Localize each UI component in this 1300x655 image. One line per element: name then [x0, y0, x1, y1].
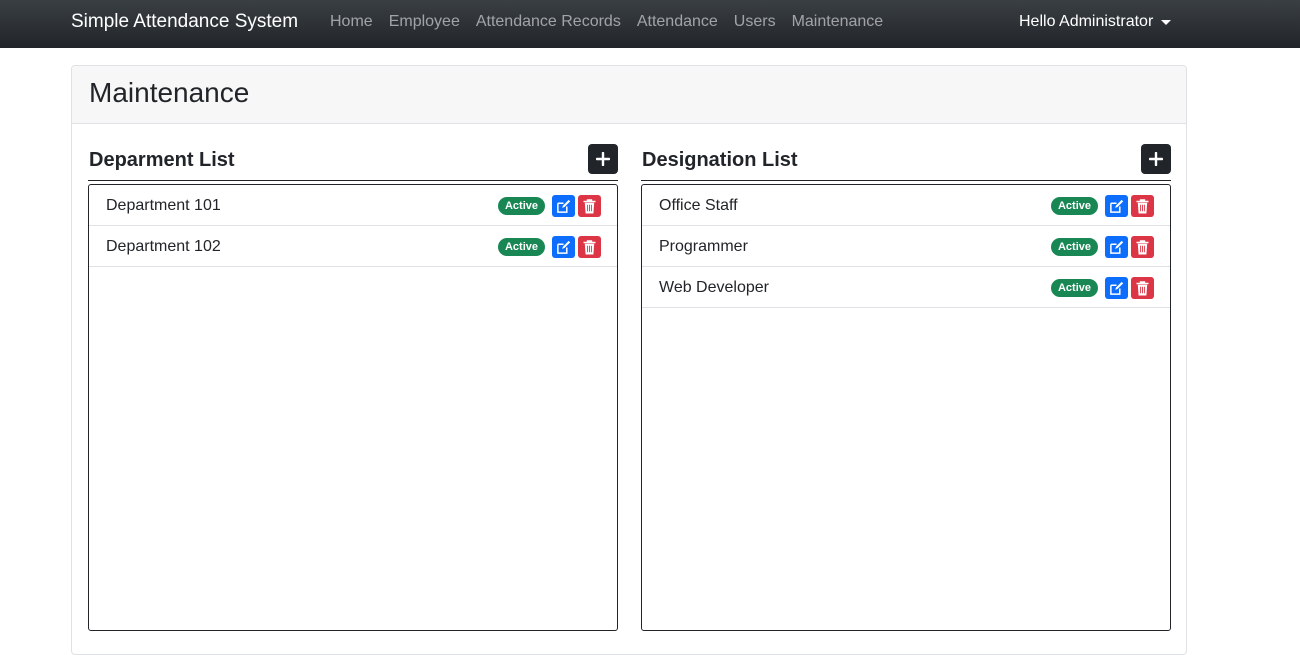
nav-users[interactable]: Users	[726, 13, 784, 31]
designation-name: Programmer	[659, 238, 748, 255]
add-designation-button[interactable]	[1141, 144, 1171, 174]
edit-icon	[557, 199, 571, 213]
designation-list-title: Designation List	[642, 149, 798, 171]
item-actions: Active	[1050, 277, 1154, 299]
status-badge: Active	[497, 238, 545, 256]
department-panel: Deparment List Department 101 Active Dep…	[88, 144, 618, 631]
plus-icon	[1149, 152, 1163, 166]
nav-links: Home Employee Attendance Records Attenda…	[322, 13, 891, 31]
card-header: Maintenance	[72, 66, 1186, 124]
department-panel-header: Deparment List	[88, 144, 618, 181]
maintenance-card: Maintenance Deparment List Department 10…	[71, 65, 1187, 655]
trash-icon	[583, 198, 596, 213]
designation-name: Web Developer	[659, 279, 769, 296]
trash-icon	[1136, 280, 1149, 295]
nav-attendance[interactable]: Attendance	[629, 13, 726, 31]
user-menu-dropdown[interactable]: Hello Administrator	[1019, 13, 1172, 31]
top-navbar: Simple Attendance System Home Employee A…	[0, 0, 1300, 48]
edit-icon	[557, 240, 571, 254]
status-badge: Active	[1050, 279, 1098, 297]
designation-list: Office Staff Active Programmer Active We…	[641, 184, 1171, 631]
status-badge: Active	[1050, 238, 1098, 256]
department-list-title: Deparment List	[89, 149, 235, 171]
edit-button[interactable]	[552, 236, 575, 258]
edit-button[interactable]	[1105, 195, 1128, 217]
edit-icon	[1110, 281, 1124, 295]
add-department-button[interactable]	[588, 144, 618, 174]
list-item: Programmer Active	[642, 226, 1170, 267]
item-actions: Active	[1050, 195, 1154, 217]
trash-icon	[583, 239, 596, 254]
item-actions: Active	[1050, 236, 1154, 258]
nav-home[interactable]: Home	[322, 13, 381, 31]
edit-icon	[1110, 240, 1124, 254]
designation-name: Office Staff	[659, 197, 738, 214]
caret-down-icon	[1161, 19, 1172, 25]
designation-panel-header: Designation List	[641, 144, 1171, 181]
trash-icon	[1136, 239, 1149, 254]
status-badge: Active	[1050, 197, 1098, 215]
trash-icon	[1136, 198, 1149, 213]
edit-button[interactable]	[552, 195, 575, 217]
list-item: Office Staff Active	[642, 185, 1170, 226]
list-item: Department 102 Active	[89, 226, 617, 267]
delete-button[interactable]	[1131, 277, 1154, 299]
nav-attendance-records[interactable]: Attendance Records	[468, 13, 629, 31]
nav-employee[interactable]: Employee	[381, 13, 468, 31]
edit-button[interactable]	[1105, 277, 1128, 299]
list-item: Web Developer Active	[642, 267, 1170, 308]
delete-button[interactable]	[578, 236, 601, 258]
edit-button[interactable]	[1105, 236, 1128, 258]
delete-button[interactable]	[1131, 236, 1154, 258]
delete-button[interactable]	[1131, 195, 1154, 217]
status-badge: Active	[497, 197, 545, 215]
designation-panel: Designation List Office Staff Active Pro…	[641, 144, 1171, 631]
list-item: Department 101 Active	[89, 185, 617, 226]
brand-title[interactable]: Simple Attendance System	[71, 11, 298, 33]
department-name: Department 101	[106, 197, 221, 214]
user-menu-label: Hello Administrator	[1019, 13, 1154, 30]
edit-icon	[1110, 199, 1124, 213]
nav-maintenance[interactable]: Maintenance	[784, 13, 892, 31]
delete-button[interactable]	[578, 195, 601, 217]
department-name: Department 102	[106, 238, 221, 255]
plus-icon	[596, 152, 610, 166]
item-actions: Active	[497, 195, 601, 217]
item-actions: Active	[497, 236, 601, 258]
page-title: Maintenance	[89, 77, 250, 108]
department-list: Department 101 Active Department 102 Act…	[88, 184, 618, 631]
